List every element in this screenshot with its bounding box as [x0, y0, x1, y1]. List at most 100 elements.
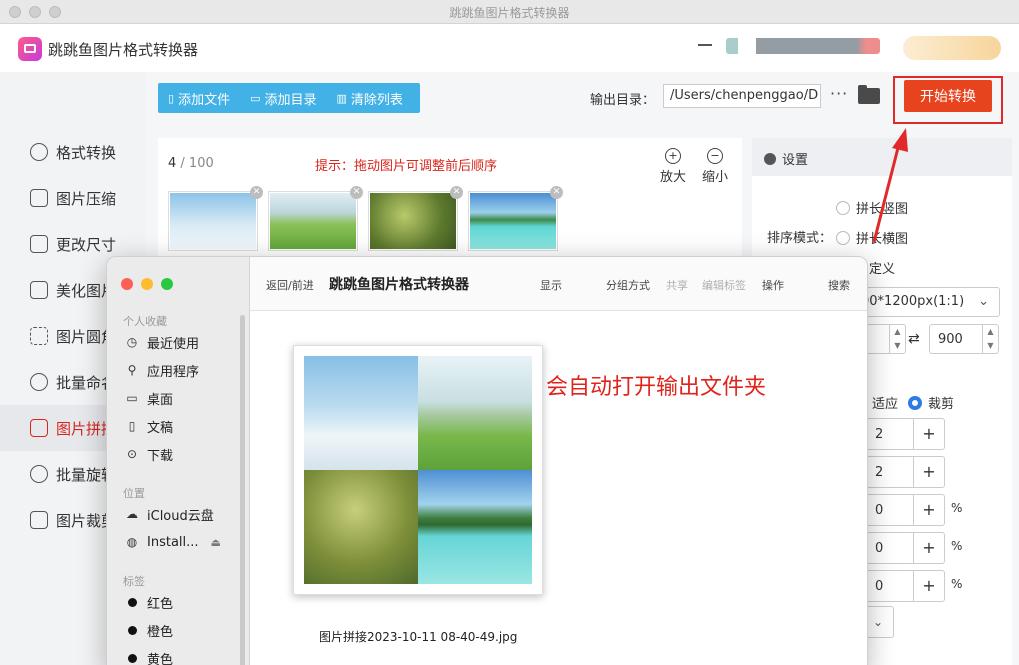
- download-icon: ⊙: [126, 447, 138, 461]
- remove-image-icon[interactable]: ✕: [550, 186, 563, 199]
- finder-item-applications[interactable]: ⚲ 应用程序: [125, 359, 199, 381]
- stitched-image-file[interactable]: [293, 345, 543, 595]
- gap-input-3[interactable]: 0: [862, 570, 914, 602]
- finder-tag-orange[interactable]: 橙色: [125, 619, 173, 641]
- finder-item-label: Install...: [147, 534, 199, 550]
- finder-item-icloud[interactable]: ☁ iCloud云盘: [125, 503, 214, 525]
- swap-size-icon[interactable]: ⇄: [908, 331, 920, 347]
- cols-input[interactable]: 2: [862, 456, 914, 488]
- chevron-down-icon: ⌄: [978, 294, 989, 309]
- zoom-out-icon: −: [707, 148, 723, 164]
- gap-input-2[interactable]: 0: [862, 532, 914, 564]
- vip-button[interactable]: [903, 36, 1001, 60]
- size-preset-select[interactable]: 00*1200px(1:1) ⌄: [852, 287, 1000, 317]
- sidebar-scrollbar[interactable]: [240, 315, 245, 665]
- gap-plus-button-2[interactable]: +: [913, 532, 945, 564]
- add-file-button[interactable]: ▯ 添加文件: [158, 89, 240, 108]
- add-directory-label: 添加目录: [264, 92, 317, 108]
- share-button[interactable]: 共享: [666, 277, 688, 293]
- radio-crop[interactable]: 裁剪: [908, 393, 954, 412]
- image-thumbnail[interactable]: ✕: [268, 186, 363, 251]
- width-stepper[interactable]: ▲ ▼: [889, 325, 905, 353]
- radio-circle: [836, 200, 850, 215]
- finder-sidebar: 个人收藏 ◷ 最近使用 ⚲ 应用程序 ▭ 桌面 ▯ 文稿 ⊙ 下载 位置 ☁ iCloud云…: [107, 257, 250, 665]
- sort-mode-label: 排序模式：: [767, 231, 833, 246]
- applications-icon: ⚲: [127, 363, 137, 377]
- menu-icon[interactable]: [698, 44, 712, 46]
- image-thumbnail[interactable]: ✕: [368, 186, 463, 251]
- stitched-tile-sky: [304, 356, 418, 470]
- more-options-icon[interactable]: ···: [830, 84, 848, 103]
- finder-item-downloads[interactable]: ⊙ 下载: [125, 443, 173, 465]
- radio-circle: [836, 230, 850, 245]
- rows-plus-button[interactable]: +: [913, 418, 945, 450]
- cols-plus-button[interactable]: +: [913, 456, 945, 488]
- group-button[interactable]: 分组方式: [606, 277, 650, 293]
- output-dir-label: 输出目录：: [590, 93, 656, 108]
- finder-item-documents[interactable]: ▯ 文稿: [125, 415, 173, 437]
- file-name-label: 图片拼接2023-10-11 08-40-49.jpg: [319, 630, 518, 644]
- file-button-group: ▯ 添加文件 ▭ 添加目录 ▥ 清除列表: [158, 83, 420, 113]
- file-icon: ▯: [168, 91, 175, 105]
- settings-title: 设置: [782, 153, 809, 168]
- clear-list-label: 清除列表: [350, 92, 403, 108]
- zoom-in-label: 放大: [659, 170, 686, 185]
- zoom-in-icon: +: [665, 148, 681, 164]
- beautify-icon: [30, 281, 48, 299]
- sidebar-item-format[interactable]: 格式转换: [0, 129, 146, 175]
- image-count-total: / 100: [180, 156, 214, 171]
- finder-item-recents[interactable]: ◷ 最近使用: [125, 331, 199, 353]
- app-header: 跳跳鱼图片格式转换器: [0, 24, 1019, 72]
- height-stepper[interactable]: ▲ ▼: [982, 325, 998, 353]
- sidebar-item-compress[interactable]: 图片压缩: [0, 175, 146, 221]
- finder-minimize-button[interactable]: [141, 278, 153, 290]
- section-favorites: 个人收藏: [123, 315, 167, 328]
- stitched-tile-beach: [418, 470, 532, 584]
- finder-close-button[interactable]: [121, 278, 133, 290]
- add-directory-button[interactable]: ▭ 添加目录: [240, 89, 326, 108]
- gap-plus-button-3[interactable]: +: [913, 570, 945, 602]
- tag-dot-icon: [128, 597, 137, 607]
- clear-list-button[interactable]: ▥ 清除列表: [327, 89, 413, 108]
- view-button[interactable]: 显示: [540, 277, 562, 293]
- finder-item-label: 桌面: [147, 392, 174, 408]
- percent-label: %: [951, 577, 963, 591]
- gap-plus-button-1[interactable]: +: [913, 494, 945, 526]
- rows-input[interactable]: 2: [862, 418, 914, 450]
- zoom-out-button[interactable]: − 缩小: [700, 148, 730, 185]
- app-logo-icon: [18, 37, 42, 61]
- finder-item-install[interactable]: ◍ Install... ⏏: [125, 531, 221, 553]
- remove-image-icon[interactable]: ✕: [250, 186, 263, 199]
- open-folder-icon[interactable]: [858, 85, 880, 104]
- sidebar-item-label: 更改尺寸: [56, 235, 117, 254]
- image-thumbnail[interactable]: ✕: [168, 186, 263, 251]
- image-thumbnail[interactable]: ✕: [468, 186, 563, 251]
- account-info[interactable]: [726, 38, 880, 54]
- edit-tags-button[interactable]: 编辑标签: [702, 277, 746, 293]
- remove-image-icon[interactable]: ✕: [350, 186, 363, 199]
- trash-icon: ▥: [336, 91, 347, 105]
- search-button[interactable]: 搜索: [828, 277, 850, 293]
- zoom-in-button[interactable]: + 放大: [658, 148, 688, 185]
- finder-zoom-button[interactable]: [161, 278, 173, 290]
- output-dir-input[interactable]: /Users/chenpenggao/D: [663, 84, 821, 108]
- action-button[interactable]: 操作: [762, 277, 784, 293]
- eject-icon[interactable]: ⏏: [211, 536, 221, 549]
- drag-hint: 提示：拖动图片可调整前后顺序: [315, 159, 498, 174]
- remove-image-icon[interactable]: ✕: [450, 186, 463, 199]
- folder-icon: ▭: [250, 91, 261, 105]
- tag-dot-icon: [128, 625, 137, 635]
- finder-tag-red[interactable]: 红色: [125, 591, 173, 613]
- height-input[interactable]: 900 ▲ ▼: [929, 324, 999, 354]
- cloud-icon: ☁: [126, 507, 138, 521]
- percent-label: %: [951, 501, 963, 515]
- back-forward-button[interactable]: 返回/前进: [266, 277, 314, 293]
- sidebar-item-label: 图片压缩: [56, 189, 117, 208]
- image-count-value: 4: [168, 156, 177, 171]
- stitch-icon: [30, 419, 48, 437]
- rotate-icon: [30, 465, 48, 483]
- finder-tag-yellow[interactable]: 黄色: [125, 647, 173, 665]
- app-name: 跳跳鱼图片格式转换器: [48, 41, 199, 59]
- gap-input-1[interactable]: 0: [862, 494, 914, 526]
- finder-item-desktop[interactable]: ▭ 桌面: [125, 387, 173, 409]
